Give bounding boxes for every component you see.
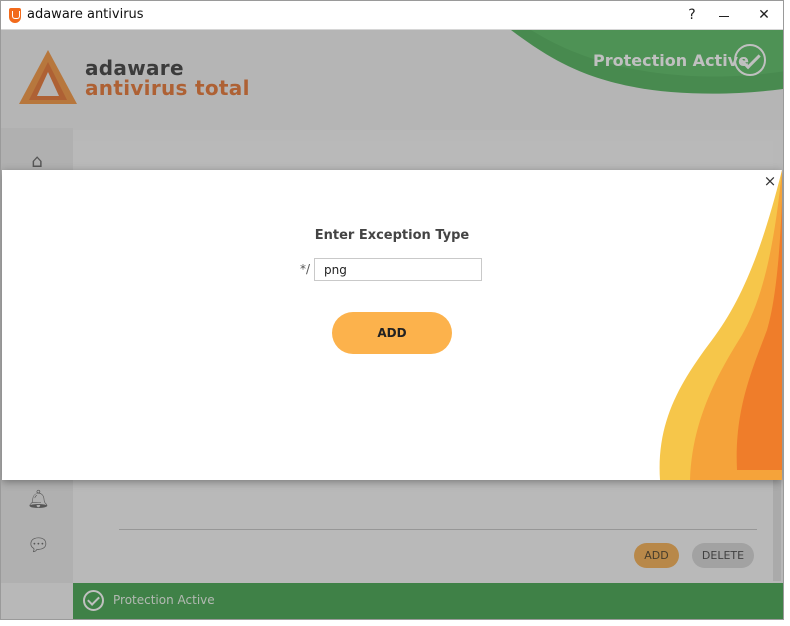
title-bar: adaware antivirus ? ✕ <box>1 1 783 30</box>
app-window: adaware antivirus ? ✕ adaware antivirus … <box>0 0 784 620</box>
app-icon <box>9 8 21 23</box>
exception-dialog: × Enter Exception Type */ ADD <box>2 170 782 480</box>
help-button[interactable]: ? <box>681 5 703 25</box>
close-icon[interactable]: × <box>762 173 778 189</box>
dialog-title: Enter Exception Type <box>314 228 470 243</box>
window-close-button[interactable]: ✕ <box>753 5 775 25</box>
dialog-add-button[interactable]: ADD <box>332 312 452 354</box>
dialog-decoration <box>659 170 782 480</box>
input-prefix: */ <box>300 262 311 276</box>
window-title: adaware antivirus <box>27 7 144 22</box>
exception-type-input[interactable] <box>314 258 482 281</box>
minimize-button[interactable] <box>713 5 735 25</box>
